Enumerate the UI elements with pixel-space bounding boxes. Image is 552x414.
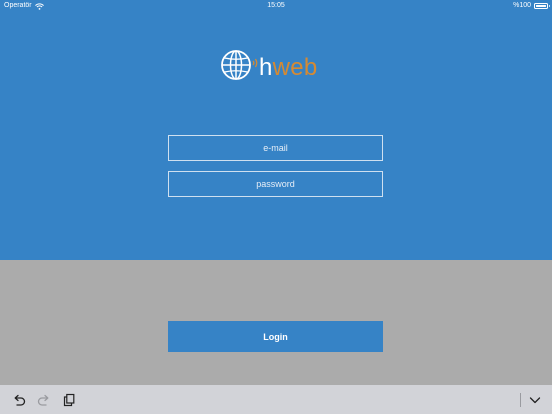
- dismiss-keyboard-button[interactable]: [527, 392, 543, 408]
- password-field[interactable]: [168, 171, 383, 197]
- chevron-down-icon: [529, 397, 541, 404]
- keyboard-shortcut-bar: [0, 385, 552, 414]
- undo-icon: [14, 394, 26, 406]
- status-time: 15:05: [267, 2, 285, 9]
- status-bar: Operatör 15:05 %100: [0, 0, 552, 12]
- logo-text-web: web: [272, 54, 318, 81]
- email-field[interactable]: [168, 135, 383, 161]
- login-button[interactable]: Login: [168, 321, 383, 352]
- paste-icon: [63, 393, 75, 407]
- redo-button[interactable]: [36, 392, 52, 408]
- logo-text: hweb: [259, 56, 318, 80]
- undo-button[interactable]: [11, 392, 27, 408]
- toolbar-divider: [520, 393, 521, 407]
- status-right: %100: [513, 0, 550, 12]
- battery-percentage: %100: [513, 2, 531, 9]
- hweb-logo: hweb: [220, 43, 340, 83]
- header-panel: [0, 0, 552, 260]
- globe-icon: [220, 47, 258, 83]
- paste-button[interactable]: [61, 392, 77, 408]
- logo-text-h: h: [259, 54, 273, 81]
- battery-icon: [534, 3, 550, 9]
- redo-icon: [37, 394, 49, 406]
